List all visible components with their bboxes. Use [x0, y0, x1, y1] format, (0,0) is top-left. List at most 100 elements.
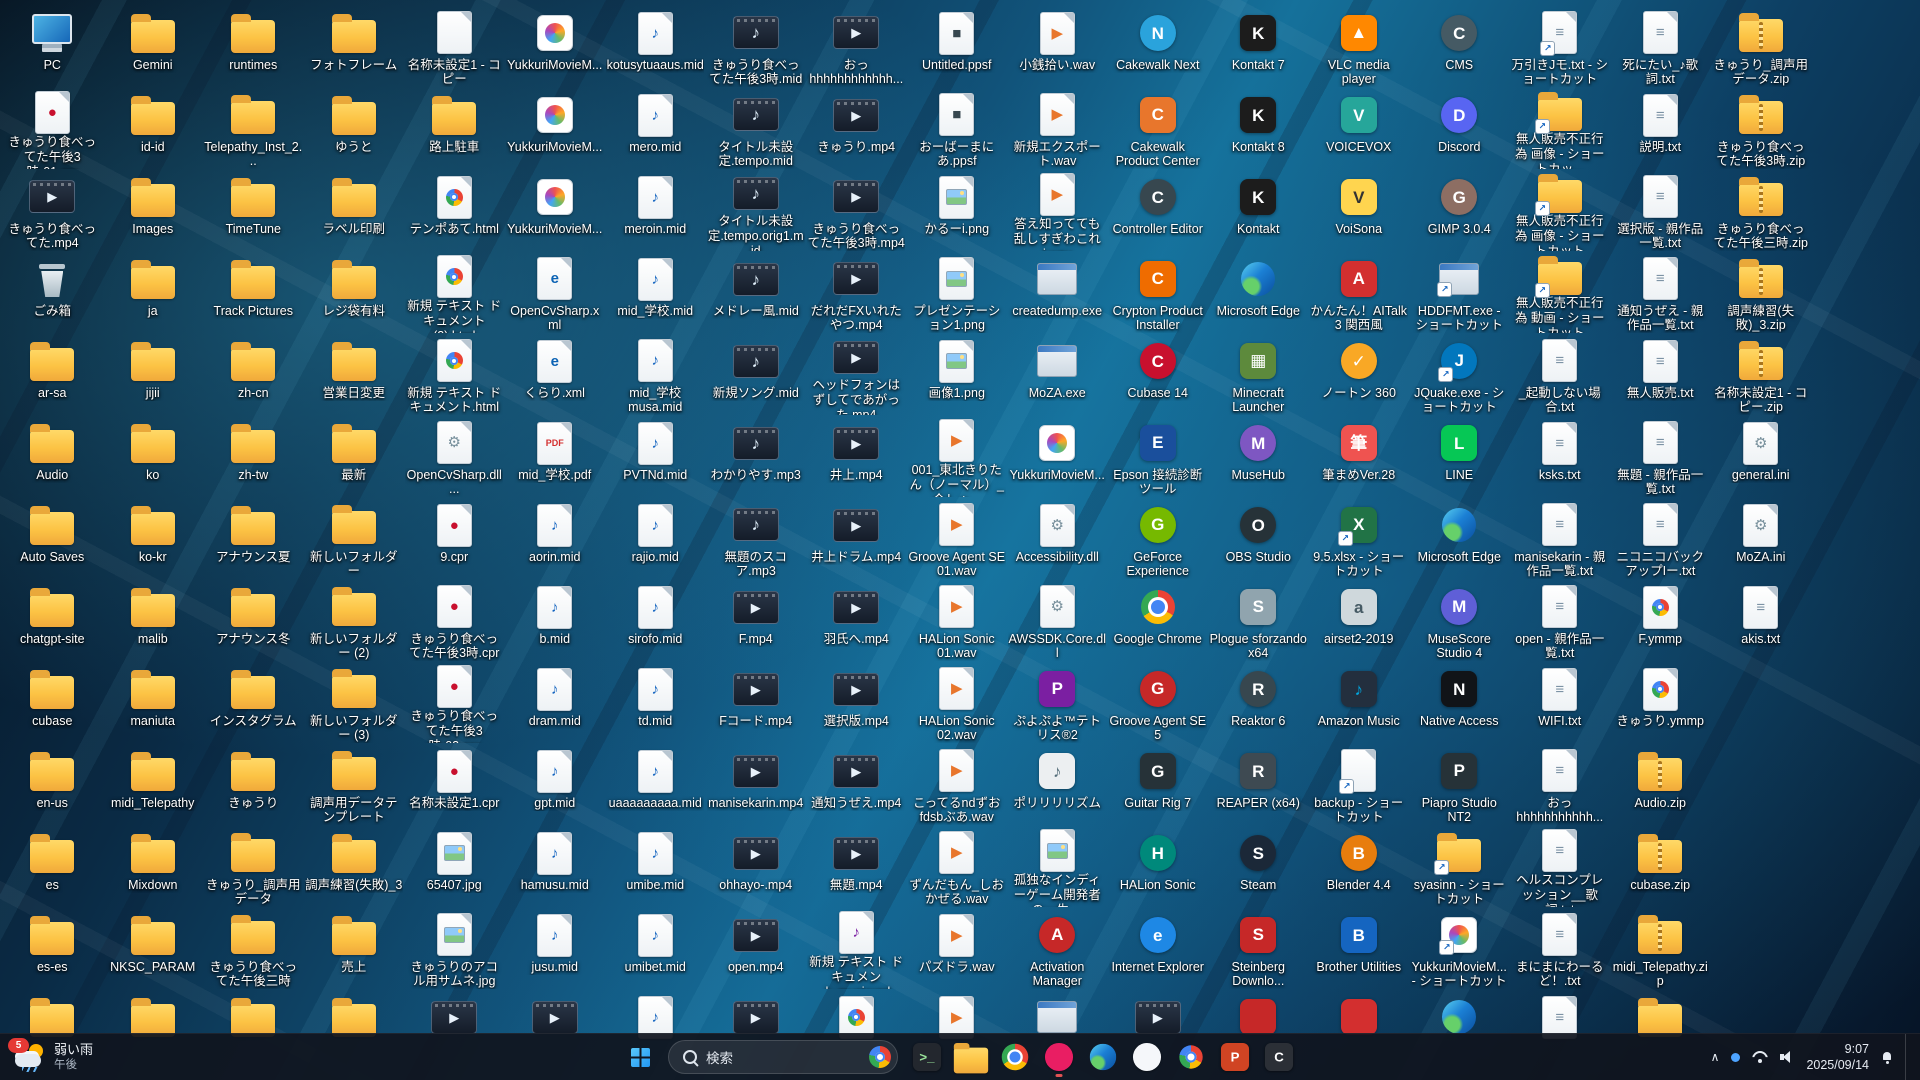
desktop-icon[interactable]: 新しいフォルダー (3): [304, 661, 405, 743]
desktop-icon[interactable]: YukkuriMovieM...: [505, 5, 606, 87]
desktop-icon[interactable]: 65407.jpg: [404, 825, 505, 907]
desktop-icon[interactable]: ▦ Minecraft Launcher: [1208, 333, 1309, 415]
desktop-icon[interactable]: ≡ _起動しない場合.txt: [1510, 333, 1611, 415]
desktop-icon[interactable]: zh-cn: [203, 333, 304, 415]
desktop-icon[interactable]: Microsoft Edge: [1208, 251, 1309, 333]
desktop-icon[interactable]: ▶ 小銭拾い.wav: [1007, 5, 1108, 87]
desktop-icon[interactable]: S Steinberg Downlo...: [1208, 907, 1309, 989]
desktop-icon[interactable]: ♪ umibe.mid: [605, 825, 706, 907]
desktop-icon[interactable]: きゅうり.mp4: [806, 87, 907, 169]
desktop-icon[interactable]: F.ymmp: [1610, 579, 1711, 661]
desktop-icon[interactable]: H HALion Sonic: [1108, 825, 1209, 907]
desktop-icon[interactable]: ≡ open - 親作品一覧.txt: [1510, 579, 1611, 661]
desktop-icon[interactable]: メドレー風.mid: [706, 251, 807, 333]
desktop-icon[interactable]: ▶ こってるndずおfdsbぶあ.wav: [907, 743, 1008, 825]
desktop-icon[interactable]: E Epson 接続診断ツール: [1108, 415, 1209, 497]
desktop-icon[interactable]: PDF mid_学校.pdf: [505, 415, 606, 497]
desktop-icon[interactable]: ♪ PVTNd.mid: [605, 415, 706, 497]
desktop-icon[interactable]: 最新: [304, 415, 405, 497]
desktop-icon[interactable]: ▶ Groove Agent SE 01.wav: [907, 497, 1008, 579]
desktop-icon[interactable]: G Guitar Rig 7: [1108, 743, 1209, 825]
desktop-icon[interactable]: maniuta: [103, 661, 204, 743]
desktop-icon[interactable]: ゆうと: [304, 87, 405, 169]
desktop-icon[interactable]: ♪ mid_学校musa.mid: [605, 333, 706, 415]
desktop-icon[interactable]: K Kontakt 7: [1208, 5, 1309, 87]
desktop-icon[interactable]: きゅうり: [203, 743, 304, 825]
desktop-icon[interactable]: ■ おーばーまにあ.ppsf: [907, 87, 1008, 169]
desktop-icon[interactable]: jijii: [103, 333, 204, 415]
desktop-icon[interactable]: O OBS Studio: [1208, 497, 1309, 579]
weather-widget[interactable]: 5 弱い雨 午後: [6, 1037, 102, 1077]
desktop-icon[interactable]: Microsoft Edge: [1409, 497, 1510, 579]
desktop-icon[interactable]: manisekarin.mp4: [706, 743, 807, 825]
desktop-icon[interactable]: C Cubase 14: [1108, 333, 1209, 415]
desktop-icon[interactable]: C Controller Editor: [1108, 169, 1209, 251]
desktop-icon[interactable]: ♪ sirofo.mid: [605, 579, 706, 661]
desktop-icon[interactable]: V VoiSona: [1309, 169, 1410, 251]
desktop-icon[interactable]: かるーi.png: [907, 169, 1008, 251]
desktop-icon[interactable]: ♪ hamusu.mid: [505, 825, 606, 907]
desktop-icon[interactable]: ♪ gpt.mid: [505, 743, 606, 825]
desktop-icon[interactable]: ▶ 新規エクスポート.wav: [1007, 87, 1108, 169]
desktop-icon[interactable]: ● 名称未設定1.cpr: [404, 743, 505, 825]
desktop-icon[interactable]: ▶ ずんだもん_しおかぜる.wav: [907, 825, 1008, 907]
desktop-icon[interactable]: ♪ uaaaaaaaaa.mid: [605, 743, 706, 825]
taskbar-app-cubase[interactable]: C: [1257, 1035, 1301, 1079]
desktop-icon[interactable]: open.mp4: [706, 907, 807, 989]
desktop-icon[interactable]: ≡ 無題 - 親作品一覧.txt: [1610, 415, 1711, 497]
desktop-icon[interactable]: 新規 テキスト ドキュメント.html: [404, 333, 505, 415]
desktop-icon[interactable]: Images: [103, 169, 204, 251]
desktop-icon[interactable]: きゅうり_調声用データ: [203, 825, 304, 907]
desktop-icon[interactable]: chatgpt-site: [2, 579, 103, 661]
desktop-icon[interactable]: きゅうりのアコル用サムネ.jpg: [404, 907, 505, 989]
desktop-icon[interactable]: 調声練習(失敗)_3: [304, 825, 405, 907]
desktop-icon[interactable]: R REAPER (x64): [1208, 743, 1309, 825]
desktop-icon[interactable]: きゅうり食べってた午後三時.zip: [1711, 169, 1812, 251]
desktop-icon[interactable]: Auto Saves: [2, 497, 103, 579]
desktop-icon[interactable]: Audio.zip: [1610, 743, 1711, 825]
desktop-icon[interactable]: 画像1.png: [907, 333, 1008, 415]
desktop-icon[interactable]: ≡ akis.txt: [1711, 579, 1812, 661]
desktop-icon[interactable]: ▶ HALion Sonic 02.wav: [907, 661, 1008, 743]
desktop-icon[interactable]: ♪ td.mid: [605, 661, 706, 743]
desktop-icon[interactable]: Audio: [2, 415, 103, 497]
desktop-icon[interactable]: ≡ まにまにわーるど！.txt: [1510, 907, 1611, 989]
desktop-icon[interactable]: ♪ Amazon Music: [1309, 661, 1410, 743]
desktop-icon[interactable]: e Internet Explorer: [1108, 907, 1209, 989]
desktop-icon[interactable]: ●きゅうり食べってた午後3時-02.cpr: [404, 661, 505, 743]
desktop-icon[interactable]: きゅうり_調声用データ.zip: [1711, 5, 1812, 87]
desktop-icon[interactable]: K Kontakt 8: [1208, 87, 1309, 169]
desktop-icon[interactable]: 路上駐車: [404, 87, 505, 169]
taskbar-app-terminal[interactable]: >_: [905, 1035, 949, 1079]
desktop-icon[interactable]: 新規ソング.mid: [706, 333, 807, 415]
desktop-icon[interactable]: わかりやす.mp3: [706, 415, 807, 497]
desktop-icon[interactable]: ≡ ニコニコバックアップIー.txt: [1610, 497, 1711, 579]
desktop-icon[interactable]: ♪新規 テキスト ドキュメント.musicxml: [806, 907, 907, 989]
desktop-icon[interactable]: M MuseScore Studio 4: [1409, 579, 1510, 661]
desktop-icon[interactable]: 新規 テキスト ドキュメント (2).html: [404, 251, 505, 333]
desktop-icon[interactable]: S Plogue sforzando x64: [1208, 579, 1309, 661]
desktop-icon[interactable]: a airset2-2019: [1309, 579, 1410, 661]
desktop-icon[interactable]: K Kontakt: [1208, 169, 1309, 251]
desktop-icon[interactable]: ♪ umibet.mid: [605, 907, 706, 989]
desktop-icon[interactable]: ↗ 無人販売不正行為 画像 - ショートカッ...: [1510, 87, 1611, 169]
desktop-icon[interactable]: ラベル印刷: [304, 169, 405, 251]
desktop-icon[interactable]: テンポあて.html: [404, 169, 505, 251]
desktop-icon[interactable]: ko: [103, 415, 204, 497]
desktop-icon[interactable]: N Native Access: [1409, 661, 1510, 743]
desktop-icon[interactable]: 選択版.mp4: [806, 661, 907, 743]
desktop-icon[interactable]: e くらり.xml: [505, 333, 606, 415]
notification-bell-icon[interactable]: [1881, 1051, 1893, 1064]
desktop-icon[interactable]: 孤独なインディーゲーム開発者の一生 ...: [1007, 825, 1108, 907]
desktop-icon[interactable]: e OpenCvSharp.xml: [505, 251, 606, 333]
taskbar-app-clip-studio[interactable]: [1037, 1035, 1081, 1079]
desktop-icon[interactable]: A Activation Manager: [1007, 907, 1108, 989]
desktop-icon[interactable]: C Crypton Product Installer: [1108, 251, 1209, 333]
desktop-icon[interactable]: ヘッドフォンはずしてであがった.mp4: [806, 333, 907, 415]
desktop-icon[interactable]: cubase: [2, 661, 103, 743]
desktop-icon[interactable]: S Steam: [1208, 825, 1309, 907]
desktop-icon[interactable]: きゅうり食べってた午後3時.mid: [706, 5, 807, 87]
desktop-icon[interactable]: en-us: [2, 743, 103, 825]
desktop-icon[interactable]: きゅうり食べってた午後3時.zip: [1711, 87, 1812, 169]
desktop-icon[interactable]: G GIMP 3.0.4: [1409, 169, 1510, 251]
